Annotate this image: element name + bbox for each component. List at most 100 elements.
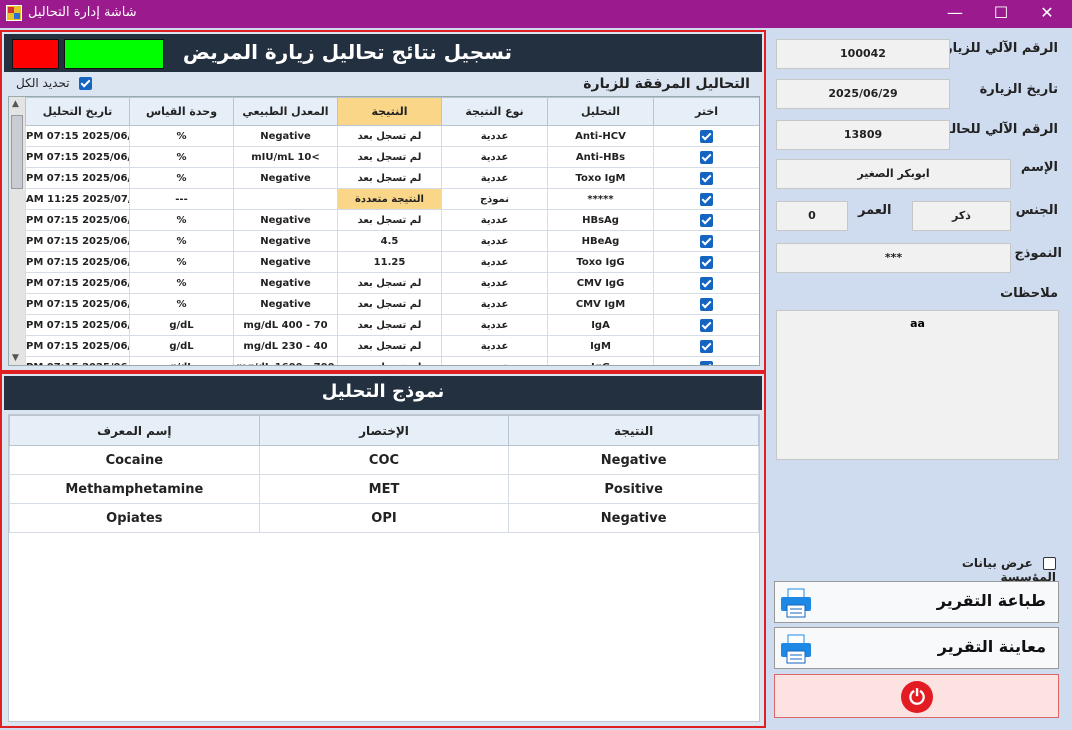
preview-report-button[interactable]: معاينة التقرير bbox=[774, 627, 1059, 669]
result-row[interactable]: PM 07:15 2025/06/29%Negativeلم تسجل بعدع… bbox=[25, 272, 759, 294]
col-select[interactable]: اختر bbox=[653, 97, 759, 126]
result-select-cell[interactable] bbox=[653, 356, 759, 365]
result-row[interactable]: PM 07:15 2025/06/29%Negative4.5عدديةHBeA… bbox=[25, 230, 759, 252]
checkbox-checked-icon[interactable] bbox=[700, 150, 713, 164]
checkbox-checked-icon[interactable] bbox=[700, 276, 713, 290]
col-normal[interactable]: المعدل الطبيعي bbox=[233, 97, 338, 126]
close-button[interactable]: ✕ bbox=[1024, 0, 1070, 28]
result-row[interactable]: PM 07:15 2025/06/29%Negativeلم تسجل بعدع… bbox=[25, 167, 759, 189]
result-row[interactable]: PM 07:15 2025/06/29%Negativeلم تسجل بعدع… bbox=[25, 125, 759, 147]
result-select-cell[interactable] bbox=[653, 293, 759, 315]
result-row[interactable]: PM 07:15 2025/06/29g/dLmg/dL 230 - 40لم … bbox=[25, 335, 759, 357]
result-select-cell[interactable] bbox=[653, 272, 759, 294]
template-table: إسم المعرف الإختصار النتيجة Cocaine COC Ne… bbox=[9, 415, 759, 533]
result-select-cell[interactable] bbox=[653, 335, 759, 357]
template-result-cell[interactable]: Negative bbox=[508, 503, 759, 533]
result-select-cell[interactable] bbox=[653, 188, 759, 210]
result-select-cell[interactable] bbox=[653, 209, 759, 231]
result-row[interactable]: PM 07:15 2025/06/29g/dLmg/dL 400 - 70لم … bbox=[25, 314, 759, 336]
result-value-cell[interactable]: لم تسجل بعد bbox=[337, 209, 442, 231]
template-row[interactable]: Methamphetamine MET Positive bbox=[9, 474, 759, 504]
template-panel: نموذج التحليل إسم المعرف الإختصار النتيج… bbox=[0, 372, 766, 728]
checkbox-checked-icon[interactable] bbox=[700, 192, 713, 206]
col-unit[interactable]: وحدة القياس bbox=[129, 97, 234, 126]
result-value-cell[interactable]: النتيجة متعددة bbox=[337, 188, 442, 210]
result-select-cell[interactable] bbox=[653, 251, 759, 273]
visit-no-field[interactable]: 100042 bbox=[776, 39, 950, 69]
name-label: الإسم bbox=[1020, 160, 1058, 175]
result-select-cell[interactable] bbox=[653, 125, 759, 147]
result-row[interactable]: PM 07:15 2025/06/29%mIU/mL 10<لم تسجل بع… bbox=[25, 146, 759, 168]
age-field[interactable]: 0 bbox=[776, 201, 848, 231]
results-grid[interactable]: ▲ ▼ تاريخ التحليل وحدة القياس المعدل الط… bbox=[8, 96, 760, 366]
col-type[interactable]: نوع النتيجة bbox=[441, 97, 548, 126]
result-value-cell[interactable]: لم تسجل بعد bbox=[337, 356, 442, 365]
checkbox-checked-icon[interactable] bbox=[700, 255, 713, 269]
result-value-cell[interactable]: لم تسجل بعد bbox=[337, 314, 442, 336]
checkbox-checked-icon[interactable] bbox=[700, 318, 713, 332]
result-row[interactable]: PM 07:15 2025/06/29%Negativeلم تسجل بعدع… bbox=[25, 293, 759, 315]
result-value-cell[interactable]: 4.5 bbox=[337, 230, 442, 252]
checkbox-checked-icon[interactable] bbox=[700, 129, 713, 143]
template-field[interactable]: *** bbox=[776, 243, 1011, 273]
col-template-result[interactable]: النتيجة bbox=[508, 415, 759, 446]
template-grid[interactable]: إسم المعرف الإختصار النتيجة Cocaine COC Ne… bbox=[8, 414, 760, 722]
notes-field[interactable]: aa bbox=[776, 310, 1059, 460]
scroll-up-icon[interactable]: ▲ bbox=[12, 99, 19, 109]
result-select-cell[interactable] bbox=[653, 167, 759, 189]
vertical-scrollbar[interactable]: ▲ ▼ bbox=[9, 97, 25, 365]
checkbox-checked-icon[interactable] bbox=[700, 297, 713, 311]
result-row[interactable]: PM 07:15 2025/06/29%Negative11.25عدديةTo… bbox=[25, 251, 759, 273]
result-row[interactable]: PM 07:15 2025/06/29%Negativeلم تسجل بعدع… bbox=[25, 209, 759, 231]
result-select-cell[interactable] bbox=[653, 146, 759, 168]
result-select-cell[interactable] bbox=[653, 314, 759, 336]
result-value-cell[interactable]: لم تسجل بعد bbox=[337, 335, 442, 357]
result-value-cell[interactable]: لم تسجل بعد bbox=[337, 167, 442, 189]
template-result-cell[interactable]: Positive bbox=[508, 474, 759, 504]
maximize-button[interactable]: ☐ bbox=[978, 0, 1024, 28]
case-no-field[interactable]: 13809 bbox=[776, 120, 950, 150]
result-value-cell[interactable]: لم تسجل بعد bbox=[337, 125, 442, 147]
col-abbreviation[interactable]: الإختصار bbox=[258, 415, 510, 446]
result-value-cell[interactable]: لم تسجل بعد bbox=[337, 293, 442, 315]
scroll-down-icon[interactable]: ▼ bbox=[12, 353, 19, 363]
result-value-cell[interactable]: لم تسجل بعد bbox=[337, 272, 442, 294]
select-all-checkbox[interactable]: تحديد الكل bbox=[16, 76, 93, 90]
col-test[interactable]: التحليل bbox=[547, 97, 654, 126]
result-test-cell: IgG bbox=[547, 356, 654, 365]
result-value-cell[interactable]: 11.25 bbox=[337, 251, 442, 273]
result-normal-cell: Negative bbox=[233, 272, 338, 294]
result-normal-cell: mIU/mL 10< bbox=[233, 146, 338, 168]
result-date-cell: PM 07:15 2025/06/29 bbox=[25, 209, 130, 231]
checkbox-checked-icon[interactable] bbox=[700, 234, 713, 248]
result-unit-cell: % bbox=[129, 167, 234, 189]
result-type-cell: عددية bbox=[441, 230, 548, 252]
gender-field[interactable]: ذكر bbox=[912, 201, 1011, 231]
result-row[interactable]: PM 07:15 2025/06/29g/dLmg/dL 1600 - 700ل… bbox=[25, 356, 759, 365]
checkbox-checked-icon[interactable] bbox=[700, 171, 713, 185]
template-result-cell[interactable]: Negative bbox=[508, 445, 759, 475]
checkbox-checked-icon[interactable] bbox=[700, 360, 713, 365]
minimize-button[interactable]: — bbox=[932, 0, 978, 28]
result-row[interactable]: AM 11:25 2025/07/01--- النتيجة متعددةنموذ… bbox=[25, 188, 759, 210]
scroll-thumb[interactable] bbox=[11, 115, 23, 189]
template-title: نموذج التحليل bbox=[321, 381, 445, 402]
result-select-cell[interactable] bbox=[653, 230, 759, 252]
result-date-cell: PM 07:15 2025/06/29 bbox=[25, 251, 130, 273]
checkbox-checked-icon[interactable] bbox=[700, 213, 713, 227]
checkbox-checked-icon[interactable] bbox=[700, 339, 713, 353]
show-org-data-checkbox[interactable]: عرض بيانات المؤسسة bbox=[928, 556, 1056, 584]
visit-date-field[interactable]: 2025/06/29 bbox=[776, 79, 950, 109]
col-identifier-name[interactable]: إسم المعرف bbox=[9, 415, 260, 446]
result-value-cell[interactable]: لم تسجل بعد bbox=[337, 146, 442, 168]
checkbox-checked-icon[interactable] bbox=[79, 77, 93, 90]
col-result[interactable]: النتيجة bbox=[337, 97, 442, 126]
results-header: تسجيل نتائج تحاليل زيارة المريض bbox=[4, 34, 762, 72]
patient-name-field[interactable]: ابوبكر الصغير bbox=[776, 159, 1011, 189]
template-row[interactable]: Cocaine COC Negative bbox=[9, 445, 759, 475]
print-report-button[interactable]: طباعة التقرير bbox=[774, 581, 1059, 623]
exit-button[interactable]: ⏻ bbox=[774, 674, 1059, 718]
col-date[interactable]: تاريخ التحليل bbox=[25, 97, 130, 126]
template-row[interactable]: Opiates OPI Negative bbox=[9, 503, 759, 533]
checkbox-unchecked-icon[interactable] bbox=[1043, 557, 1056, 570]
